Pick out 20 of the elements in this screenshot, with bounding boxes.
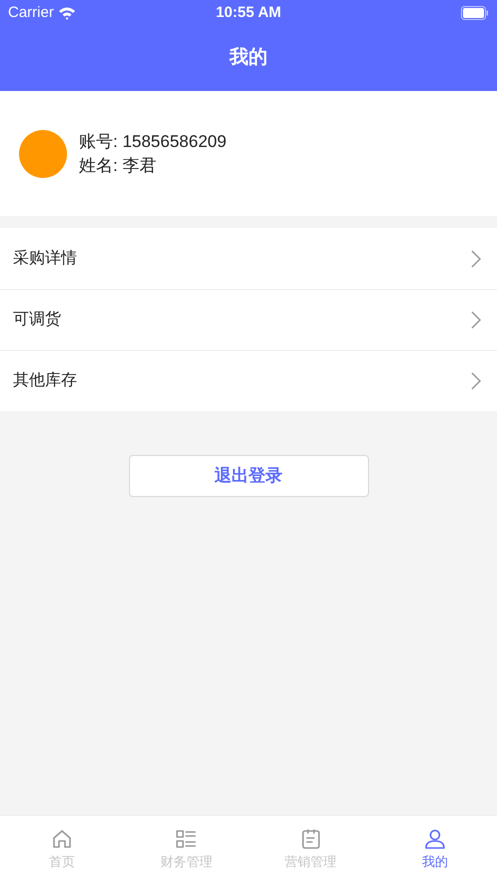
carrier-label: Carrier (8, 2, 54, 23)
tab-item[interactable]: 我的 (372, 816, 497, 883)
account-number: 账号: 15856586209 (79, 130, 226, 152)
clipboard-icon (300, 828, 322, 850)
chevron-right-icon (471, 311, 481, 329)
menu-item[interactable]: 可调货 (0, 289, 497, 350)
avatar (19, 130, 67, 178)
chevron-right-icon (471, 372, 481, 390)
battery-icon (461, 6, 489, 20)
menu-item[interactable]: 采购详情 (0, 228, 497, 289)
logout-button[interactable]: 退出登录 (128, 455, 368, 497)
user-icon (424, 828, 446, 850)
clock-time: 10:55 AM (216, 2, 282, 23)
chevron-right-icon (471, 250, 481, 268)
user-name: 姓名: 李君 (79, 154, 158, 176)
home-icon (51, 828, 74, 850)
wifi-icon (58, 6, 76, 20)
menu-item[interactable]: 其他库存 (0, 350, 497, 411)
page-title: 我的 (230, 46, 268, 70)
list-icon (175, 828, 198, 850)
